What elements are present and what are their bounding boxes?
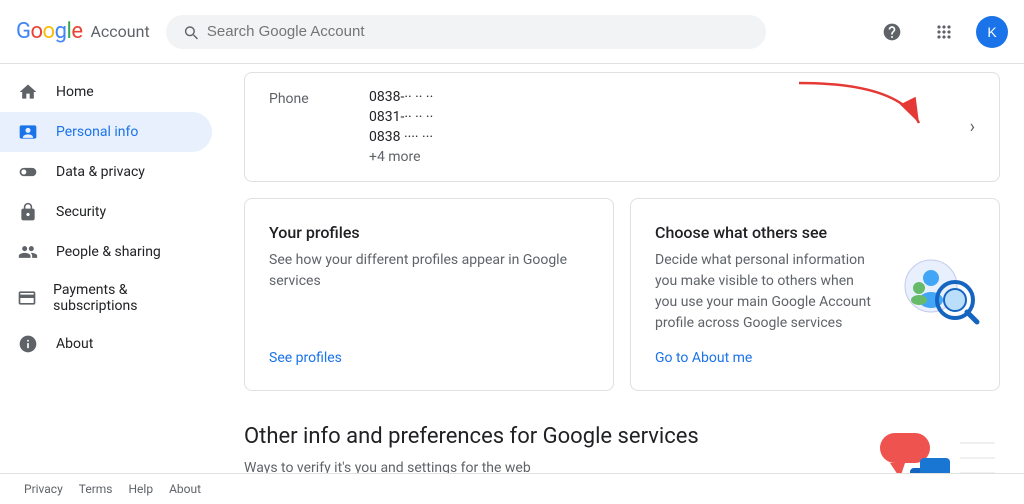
phone-number-1: 0838-·· ·· ·· [369,89,975,105]
sidebar-home-label: Home [56,84,94,100]
phone-numbers: 0838-·· ·· ·· 0831-·· ·· ·· 0838 ···· ··… [369,89,975,165]
profiles-card-desc: See how your different profiles appear i… [269,250,589,334]
search-bar[interactable] [166,15,766,49]
payment-icon [16,288,37,308]
apps-button[interactable] [924,12,964,52]
sidebar-about-label: About [56,336,93,352]
see-profiles-link[interactable]: See profiles [269,350,589,366]
account-label: Account [90,22,149,41]
other-info-text: Other info and preferences for Google se… [244,423,776,476]
sidebar: Home Personal info Data & privacy Securi… [0,64,220,504]
lock-icon [16,202,40,222]
choose-card-desc: Decide what personal information you mak… [655,250,879,334]
footer-terms-link[interactable]: Terms [79,482,113,496]
phone-card: Phone 0838-·· ·· ·· 0831-·· ·· ·· 0838 ·… [244,72,1000,182]
google-logo-text: Google [16,19,82,44]
sidebar-personal-info-label: Personal info [56,124,138,140]
layout: Home Personal info Data & privacy Securi… [0,64,1024,504]
sidebar-item-payments[interactable]: Payments & subscriptions [0,272,212,324]
help-icon [882,22,902,42]
avatar-button[interactable]: K [976,16,1008,48]
sidebar-payments-label: Payments & subscriptions [53,282,196,314]
info-icon [16,334,40,354]
phone-more: +4 more [369,149,975,165]
sidebar-item-home[interactable]: Home [0,72,212,112]
person-icon [16,122,40,142]
google-account-logo[interactable]: Google Account [16,19,150,44]
cards-grid: Your profiles See how your different pro… [244,198,1000,391]
sidebar-security-label: Security [56,204,106,220]
your-profiles-card: Your profiles See how your different pro… [244,198,614,391]
phone-chevron-icon: › [970,117,975,138]
home-icon [16,82,40,102]
footer-privacy-link[interactable]: Privacy [24,482,63,496]
toggle-icon [16,162,40,182]
people-icon [16,242,40,262]
sidebar-people-sharing-label: People & sharing [56,244,161,260]
sidebar-item-security[interactable]: Security [0,192,212,232]
phone-number-2: 0831-·· ·· ·· [369,109,975,125]
sidebar-item-about[interactable]: About [0,324,212,364]
header: Google Account K [0,0,1024,64]
header-actions: K [872,12,1008,52]
footer-about-link[interactable]: About [169,482,201,496]
sidebar-data-privacy-label: Data & privacy [56,164,145,180]
apps-icon [934,22,954,42]
phone-number-3: 0838 ···· ··· [369,129,975,145]
help-button[interactable] [872,12,912,52]
go-to-about-me-link[interactable]: Go to About me [655,350,879,366]
choose-card: Choose what others see Decide what perso… [630,198,1000,391]
choose-card-illustration [893,248,983,342]
other-info-title: Other info and preferences for Google se… [244,423,776,452]
search-input[interactable] [207,23,750,40]
search-icon [182,23,199,41]
phone-label: Phone [269,89,369,107]
sidebar-item-personal-info[interactable]: Personal info [0,112,212,152]
footer: Privacy Terms Help About [0,473,1024,504]
choose-card-title: Choose what others see [655,223,879,242]
main-content: Phone 0838-·· ·· ·· 0831-·· ·· ·· 0838 ·… [220,64,1024,504]
footer-help-link[interactable]: Help [129,482,154,496]
phone-row[interactable]: Phone 0838-·· ·· ·· 0831-·· ·· ·· 0838 ·… [245,73,999,181]
sidebar-item-data-privacy[interactable]: Data & privacy [0,152,212,192]
profiles-card-title: Your profiles [269,223,589,242]
sidebar-item-people-sharing[interactable]: People & sharing [0,232,212,272]
